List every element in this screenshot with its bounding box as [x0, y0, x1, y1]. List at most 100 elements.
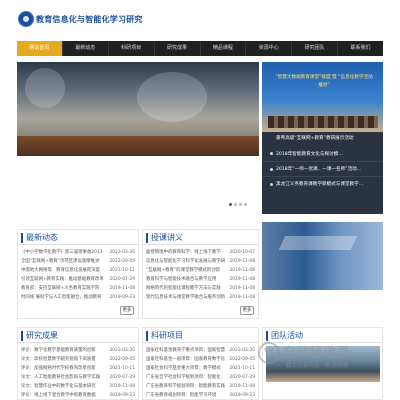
nav-item-team[interactable]: 研究团队 [292, 41, 339, 56]
list-item-title[interactable]: 评论：加强网络时代学校教育改革创新 [21, 364, 96, 373]
list-item[interactable]: 广东省哲学社会科学规划项目：智能化 2020-07-29 [146, 373, 255, 382]
list-item-title[interactable]: 引领互联网+教育实践：推动基础教育改革 [21, 275, 104, 284]
projects-list: 国家社科基金教育学重点项目：国家智慧 2023-03-30 国家社科基金一般项目：国… [146, 346, 255, 400]
featured-photo[interactable]: “智慧大数据教育课堂”联盟 暨 “信息化教学活动推进” [262, 62, 383, 132]
list-item-date: 2019-11-08 [229, 277, 255, 282]
nav-item-projects[interactable]: 科研项目 [109, 41, 155, 56]
list-item-date: 2021-10-11 [109, 366, 135, 371]
panel-title: 团队活动 [271, 331, 303, 340]
list-item-date: 2019-11-08 [109, 286, 135, 291]
main-nav: 网站首页 最新动态 科研项目 研究成果 精品课程 资源中心 研究团队 联系我们 [17, 41, 383, 56]
list-item-title[interactable]: 广东省教育科学规划项目：智能教育实践 [146, 382, 225, 391]
list-item[interactable]: 2018年“一师一优课、一课一名师”活动… [262, 161, 383, 176]
latest-news-panel: 最新动态 《中小学数学化教学》第三届理事会2013 2023-03-30 全国“互联… [17, 229, 139, 319]
slider-dot[interactable] [239, 203, 242, 206]
list-item-title[interactable]: 评论：数学化教学基础教育质量的创新 [21, 346, 96, 355]
list-item[interactable]: 《中小学数学化教学》第三届理事会2013 2023-03-30 [21, 248, 135, 257]
list-item-title[interactable]: 现代信息技术与课堂教学融合与服务创新 [146, 293, 225, 302]
list-item-title[interactable]: 论文：人工智能教育社会影响与教学实践 [21, 373, 100, 382]
list-item[interactable]: 论文：人工智能教育社会影响与教学实践 2020-07-29 [21, 373, 135, 382]
list-item-title[interactable]: 评论：线上线下混合教学中的教育数据 [21, 391, 96, 400]
list-item-title[interactable]: 广东省教育规划项目：智能学习环境 [146, 391, 216, 400]
list-item-title[interactable]: 教育科学与智能技术融合与教学应用 [146, 275, 216, 284]
more-button[interactable]: 更多 [120, 306, 134, 315]
list-item-date: 2023-03-30 [109, 250, 135, 255]
nav-item-latest[interactable]: 最新动态 [63, 41, 109, 56]
list-item[interactable]: 黑龙江义务教育课教学新模式与课堂教学… [262, 176, 383, 191]
nav-item-courses[interactable]: 精品课程 [201, 41, 247, 56]
list-item-date: 2021-10-11 [229, 366, 255, 371]
site-header: 教育信息化与智能化学习研究 [0, 0, 400, 40]
list-item[interactable]: 国家社会科学基金重大项目：教学模式 2021-10-11 [146, 364, 255, 373]
list-item[interactable]: 网络時代的智能化课程教学方法与实践 2019-11-08 [146, 284, 255, 293]
list-item[interactable]: 时间线 展科学与人工智能融合，推动教育 2019-09-23 [21, 293, 135, 302]
featured-news-list: 2018年智能教育文化与探讨模… 2018年“一师一优课、一课一名师”活动… 黑… [262, 146, 383, 191]
list-item[interactable]: 论文：智慧作业中的数字化与基本研究 2019-11-08 [21, 382, 135, 391]
nav-item-home[interactable]: 网站首页 [17, 41, 63, 56]
list-item-title[interactable]: 论文：高校智慧教学研究视角下高质量 [21, 355, 96, 364]
featured-caption[interactable]: 嘉粤高级“互联网+教育”教研展示活动 [262, 134, 383, 143]
list-item[interactable]: 教育部：支持互联网+义务教育实践学院 2019-11-08 [21, 284, 135, 293]
list-item-date: 2022-09-05 [109, 259, 135, 264]
list-item[interactable]: 广东省教育科学规划项目：智能教育实践 2019-11-08 [146, 382, 255, 391]
list-item-date: 2019-11-08 [229, 286, 255, 291]
list-item[interactable]: 评论：数学化教学基础教育质量的创新 2023-03-30 [21, 346, 135, 355]
list-item-title[interactable]: 《中小学数学化教学》第三届理事会2013 [21, 248, 102, 257]
site-title[interactable]: 教育信息化与智能化学习研究 [36, 14, 143, 25]
list-item-title[interactable]: 国家社会科学基金重大项目：教学模式 [146, 364, 221, 373]
list-item-title[interactable]: 国家社科基金一般项目：国家教育数字化 [146, 355, 225, 364]
results-list: 评论：数学化教学基础教育质量的创新 2023-03-30 论文：高校智慧教学研究视角… [21, 346, 135, 400]
list-item-title[interactable]: 网络時代的智能化课程教学方法与实践 [146, 284, 221, 293]
list-item-date: 2019-09-23 [109, 393, 135, 398]
list-item-title[interactable]: 国家社科基金教育学重点项目：国家智慧 [146, 346, 225, 355]
list-item-title[interactable]: 面授情境中的教育科学：线上线下教学 [146, 248, 221, 257]
list-item-date: 2020-10-07 [229, 250, 255, 255]
list-item[interactable]: 论文：高校智慧教学研究视角下高质量 2022-09-05 [21, 355, 135, 364]
nav-item-contact[interactable]: 联系我们 [338, 41, 383, 56]
list-item-title[interactable]: 时间线 展科学与人工智能融合，推动教育 [21, 293, 101, 302]
more-button[interactable]: 更多 [240, 306, 254, 315]
list-item[interactable]: 现代信息技术与课堂教学融合与服务创新 2019-11-08 [146, 293, 255, 302]
list-item-title[interactable]: 教育部：支持互联网+义务教育实践学院 [21, 284, 99, 293]
projects-panel: 科研项目 国家社科基金教育学重点项目：国家智慧 2023-03-30 国家社科基金一… [142, 327, 259, 400]
team-photo[interactable] [266, 346, 380, 382]
list-item-title[interactable]: 广东省哲学社会科学规划项目：智能化 [146, 373, 221, 382]
list-item-title[interactable]: 信息化与智能化学习科学化发展与教学研 [146, 257, 225, 266]
banner-photo[interactable] [17, 62, 259, 156]
site-logo-icon[interactable] [18, 11, 34, 27]
slider-dot[interactable] [229, 203, 232, 206]
list-item[interactable]: 2018年智能教育文化与探讨模… [262, 146, 383, 161]
ad-banner[interactable] [262, 222, 383, 290]
list-item-title[interactable]: 中南地大网络等：教育信息化发展的深度 [21, 266, 100, 275]
lectures-panel: 授课讲义 面授情境中的教育科学：线上线下教学 2020-10-07 信息化与智能化学… [142, 229, 259, 319]
banner-slider[interactable] [17, 62, 259, 214]
list-item[interactable]: 全国“互联网+教育”示范区建设观摩推进 2022-09-05 [21, 257, 135, 266]
list-item-date: 2019-09-23 [109, 295, 135, 300]
panel-title: 研究成果 [26, 331, 58, 340]
nav-item-resources[interactable]: 资源中心 [246, 41, 293, 56]
list-item[interactable]: 评论：线上线下混合教学中的教育数据 2019-09-23 [21, 391, 135, 400]
list-item[interactable]: 面授情境中的教育科学：线上线下教学 2020-10-07 [146, 248, 255, 257]
list-item-date: 2020-07-29 [109, 277, 135, 282]
slider-dot[interactable] [234, 203, 237, 206]
panel-title: 授课讲义 [151, 233, 183, 242]
featured-news: “智慧大数据教育课堂”联盟 暨 “信息化教学活动推进” 嘉粤高级“互联网+教育”… [262, 62, 383, 214]
list-item[interactable]: “互联网+教育”的课堂教学模式的创新 2019-11-08 [146, 266, 255, 275]
list-item-title[interactable]: 论文：智慧作业中的数字化与基本研究 [21, 382, 96, 391]
list-item-date: 2022-09-05 [109, 357, 135, 362]
list-item-title[interactable]: 全国“互联网+教育”示范区建设观摩推进 [21, 257, 99, 266]
slider-dot[interactable] [244, 203, 247, 206]
list-item[interactable]: 信息化与智能化学习科学化发展与教学研 2019-11-08 [146, 257, 255, 266]
list-item[interactable]: 中南地大网络等：教育信息化发展的深度 2021-10-11 [21, 266, 135, 275]
list-item[interactable]: 国家社科基金一般项目：国家教育数字化 2022-09-05 [146, 355, 255, 364]
latest-news-list: 《中小学数学化教学》第三届理事会2013 2023-03-30 全国“互联网+教育”… [21, 248, 135, 302]
list-item[interactable]: 广东省教育规划项目：智能学习环境 2019-09-23 [146, 391, 255, 400]
list-item[interactable]: 引领互联网+教育实践：推动基础教育改革 2020-07-29 [21, 275, 135, 284]
list-item[interactable]: 评论：加强网络时代学校教育改革创新 2021-10-11 [21, 364, 135, 373]
list-item-title[interactable]: “互联网+教育”的课堂教学模式的创新 [146, 266, 220, 275]
list-item-date: 2020-07-29 [109, 375, 135, 380]
nav-item-results[interactable]: 研究成果 [155, 41, 201, 56]
list-item-date: 2019-11-08 [229, 259, 255, 264]
list-item[interactable]: 教育科学与智能技术融合与教学应用 2019-11-08 [146, 275, 255, 284]
list-item[interactable]: 国家社科基金教育学重点项目：国家智慧 2023-03-30 [146, 346, 255, 355]
